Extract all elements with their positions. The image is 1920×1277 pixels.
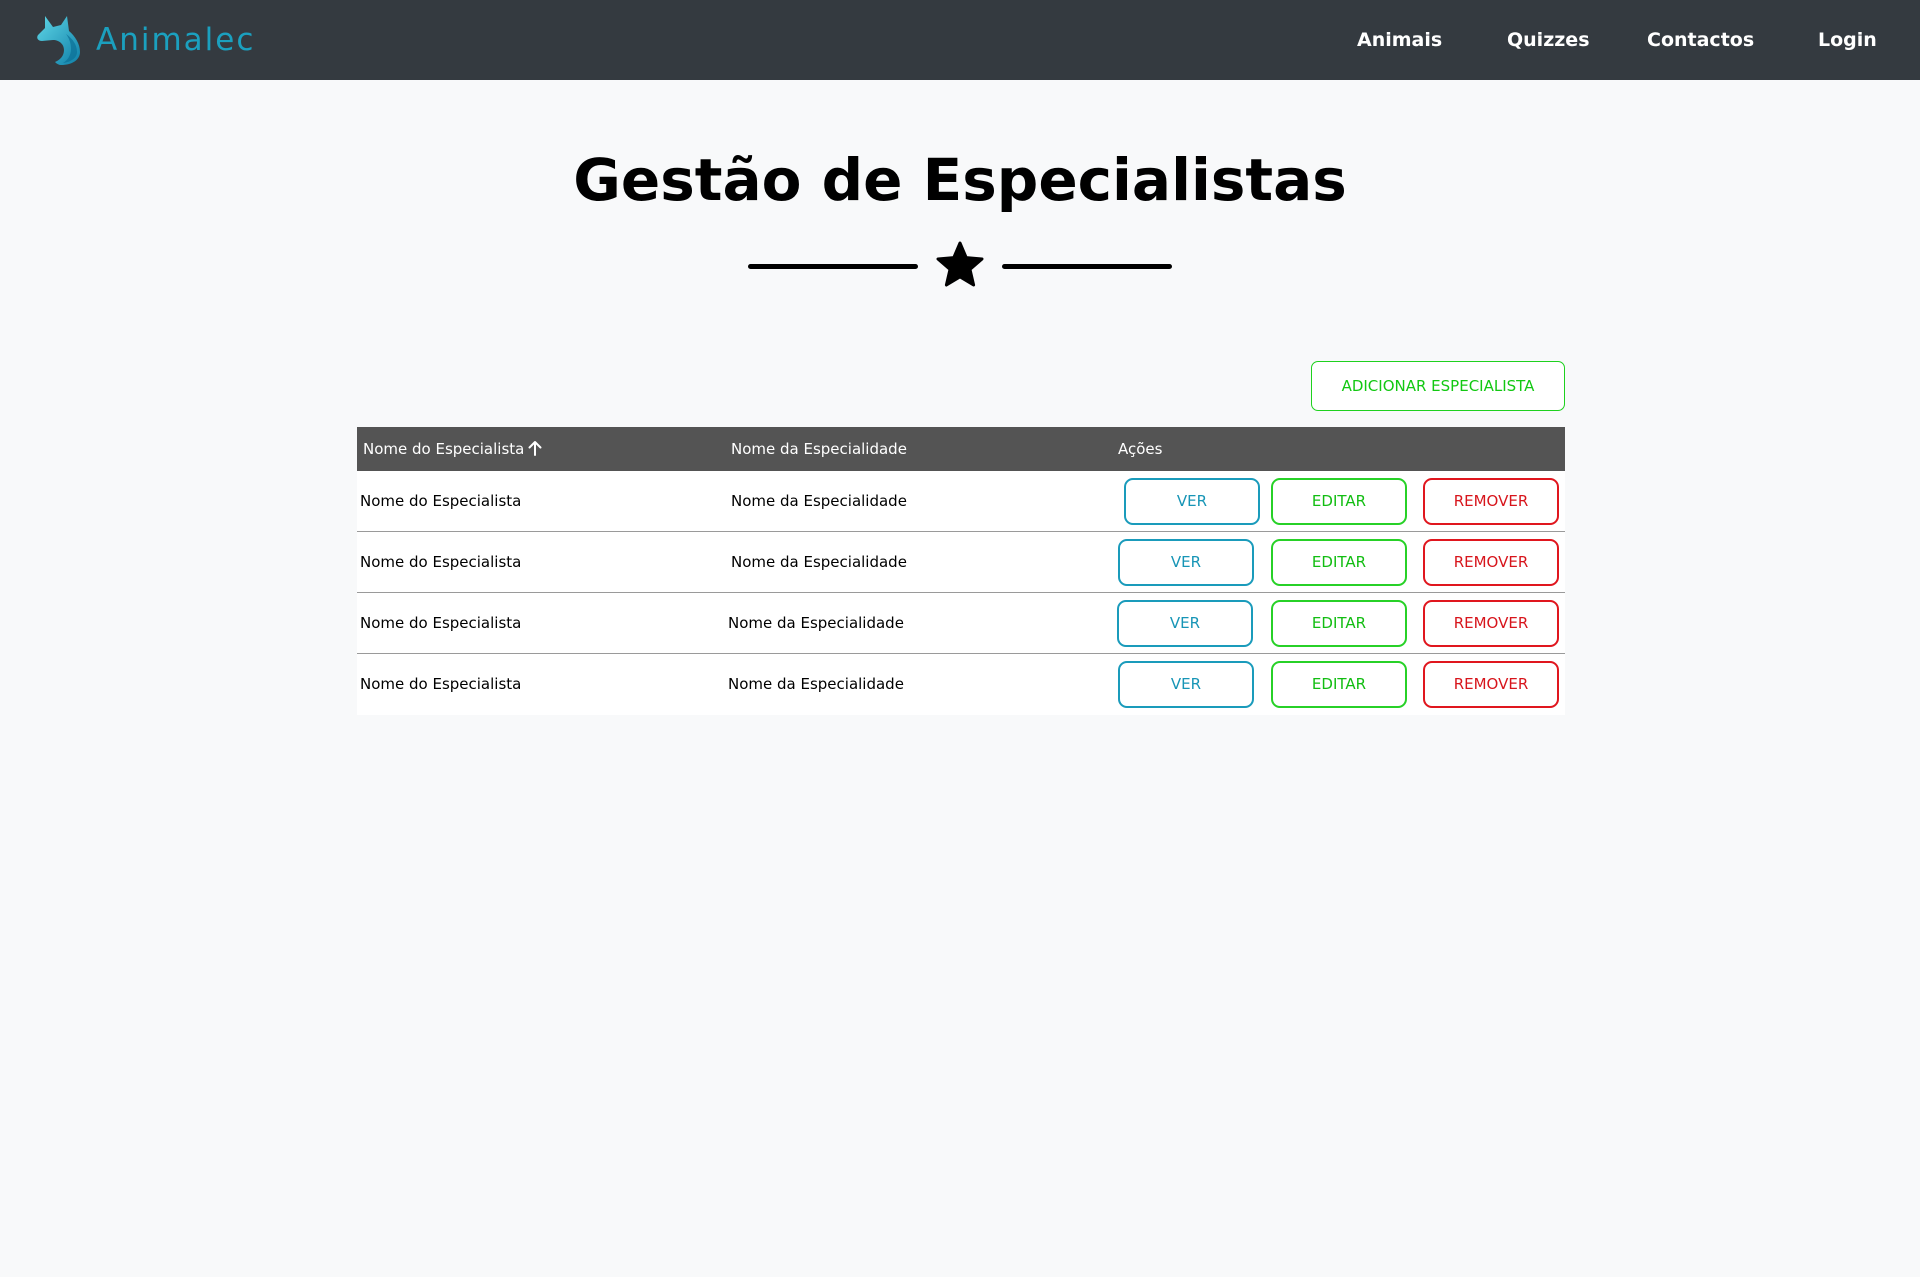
nav-link-contactos[interactable]: Contactos [1647,0,1754,80]
arrow-up-icon [528,441,542,456]
specialists-table: Nome do Especialista Nome da Especialida… [357,427,1565,715]
nav-link-animais[interactable]: Animais [1357,0,1442,80]
column-header-label: Nome do Especialista [363,440,525,458]
navbar: Animalec Animais Quizzes Contactos Login [0,0,1920,80]
cell-specialty-name: Nome da Especialidade [731,553,907,571]
nav-link-login[interactable]: Login [1818,0,1877,80]
cell-specialist-name: Nome do Especialista [360,553,522,571]
cell-specialist-name: Nome do Especialista [360,492,522,510]
edit-button[interactable]: EDITAR [1271,539,1407,586]
table-row: Nome do Especialista Nome da Especialida… [357,654,1565,715]
divider-line-right [1002,264,1172,269]
title-divider [748,240,1172,292]
view-button[interactable]: VER [1124,478,1260,525]
table-row: Nome do Especialista Nome da Especialida… [357,532,1565,593]
edit-button[interactable]: EDITAR [1271,661,1407,708]
remove-button[interactable]: REMOVER [1423,539,1559,586]
column-header-specialist-name[interactable]: Nome do Especialista [363,427,543,471]
cell-specialty-name: Nome da Especialidade [731,492,907,510]
brand-link[interactable]: Animalec [36,14,255,66]
cell-specialist-name: Nome do Especialista [360,675,522,693]
brand-name: Animalec [96,22,256,58]
cell-specialist-name: Nome do Especialista [360,614,522,632]
cell-specialty-name: Nome da Especialidade [728,675,904,693]
view-button[interactable]: VER [1118,539,1254,586]
table-row: Nome do Especialista Nome da Especialida… [357,471,1565,532]
column-header-actions: Ações [1118,440,1163,458]
divider-line-left [748,264,918,269]
remove-button[interactable]: REMOVER [1423,661,1559,708]
edit-button[interactable]: EDITAR [1271,600,1407,647]
view-button[interactable]: VER [1117,600,1253,647]
view-button[interactable]: VER [1118,661,1254,708]
table-header: Nome do Especialista Nome da Especialida… [357,427,1565,471]
cell-specialty-name: Nome da Especialidade [728,614,904,632]
column-header-specialty-name[interactable]: Nome da Especialidade [731,427,907,471]
table-row: Nome do Especialista Nome da Especialida… [357,593,1565,654]
dog-logo-icon [37,16,80,65]
star-icon [936,241,984,287]
add-specialist-button[interactable]: ADICIONAR ESPECIALISTA [1311,361,1565,411]
remove-button[interactable]: REMOVER [1423,478,1559,525]
nav-link-quizzes[interactable]: Quizzes [1507,0,1590,80]
page-title: Gestão de Especialistas [573,146,1347,214]
remove-button[interactable]: REMOVER [1423,600,1559,647]
edit-button[interactable]: EDITAR [1271,478,1407,525]
